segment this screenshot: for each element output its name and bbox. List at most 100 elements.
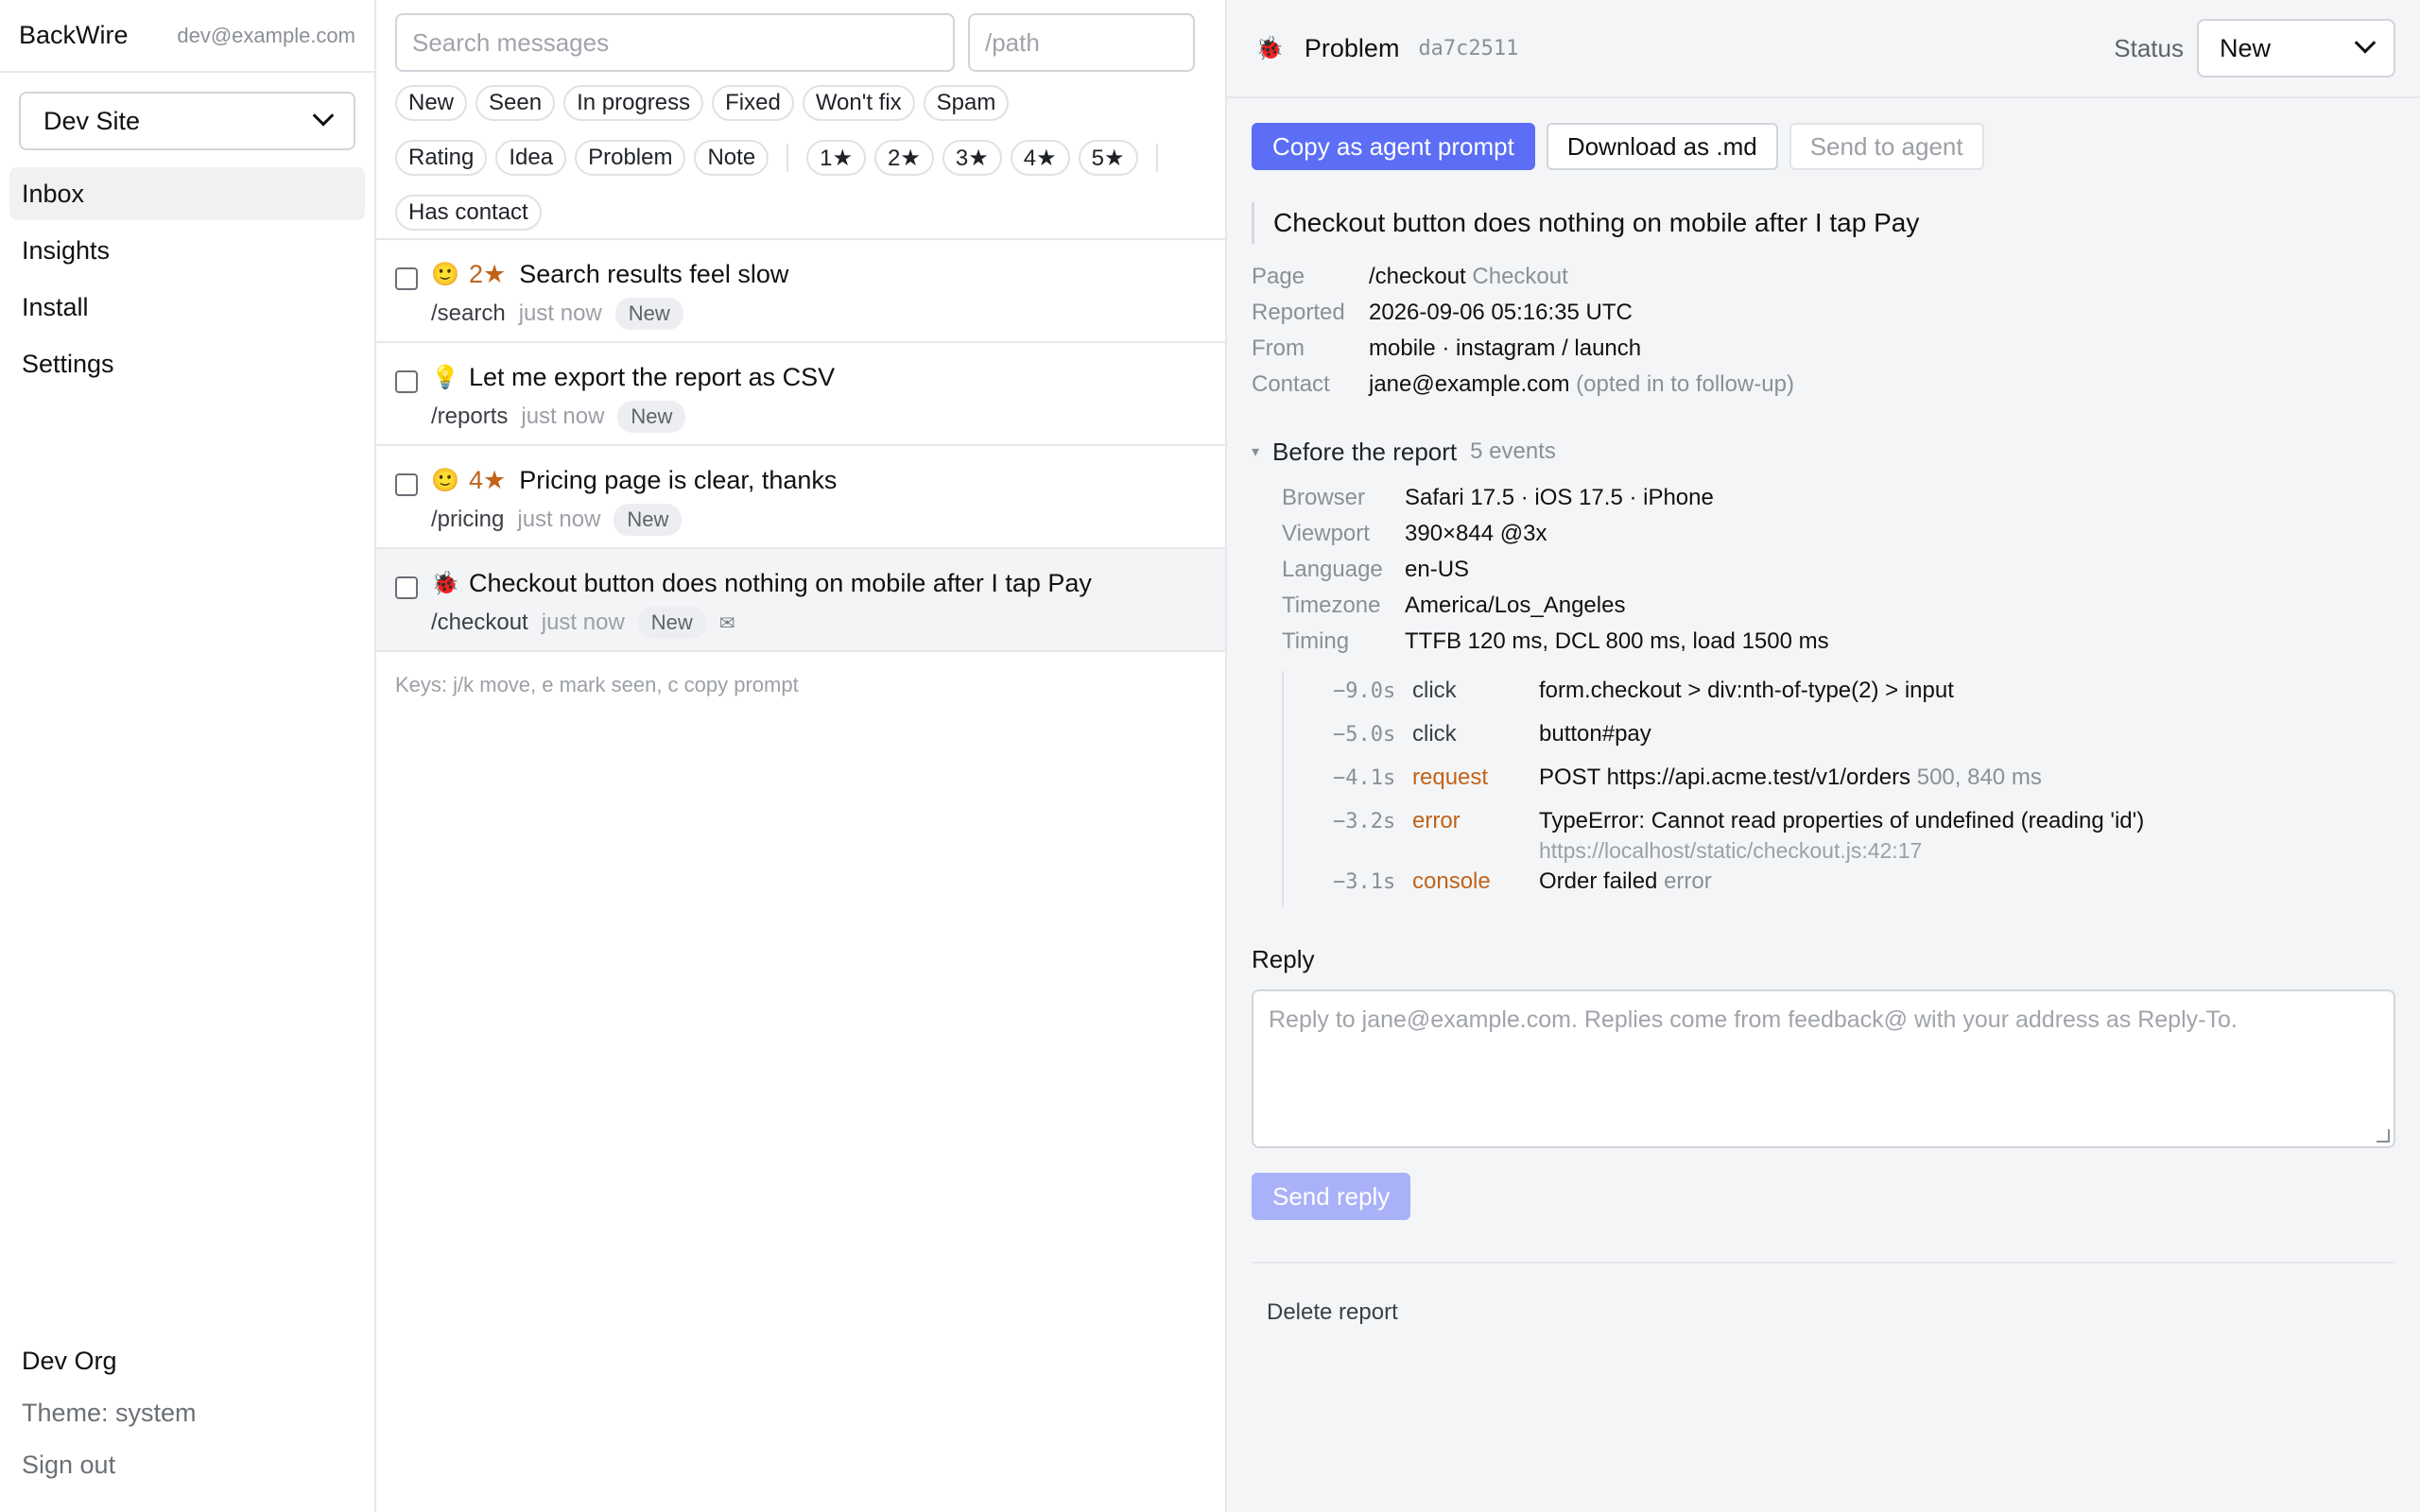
filter-chip-2-star[interactable]: 2★ xyxy=(874,140,934,176)
filter-chip-spam[interactable]: Spam xyxy=(923,85,1010,121)
event-kind: request xyxy=(1412,765,1489,790)
chevron-down-icon xyxy=(312,105,335,127)
context-key: Timing xyxy=(1282,628,1350,654)
filter-chip-3-star[interactable]: 3★ xyxy=(942,140,1002,176)
filter-chip-note[interactable]: Note xyxy=(694,140,769,176)
download-md-button[interactable]: Download as .md xyxy=(1546,123,1778,170)
delete-report-button[interactable]: Delete report xyxy=(1252,1263,2395,1326)
event-time: −9.0s xyxy=(1333,679,1396,703)
field-key: From xyxy=(1252,335,1305,361)
item-title: Search results feel slow xyxy=(519,259,789,288)
path-filter-input[interactable]: /path xyxy=(968,13,1195,72)
filter-chip-has-contact[interactable]: Has contact xyxy=(395,195,542,231)
before-report-toggle[interactable]: ▾ Before the report 5 events xyxy=(1252,433,2395,471)
list-item[interactable]: 💡 Let me export the report as CSV /repor… xyxy=(376,343,1225,446)
event-time: −4.1s xyxy=(1333,766,1396,790)
site-select[interactable]: Dev Site xyxy=(19,92,355,150)
item-rating: 4★ xyxy=(469,465,507,494)
app-logo[interactable]: BackWire xyxy=(19,21,129,50)
events-count: 5 events xyxy=(1470,438,1556,464)
status-select[interactable]: New xyxy=(2197,19,2395,77)
filter-chip-fixed[interactable]: Fixed xyxy=(712,85,794,121)
user-email: dev@example.com xyxy=(177,23,355,47)
event-description: POST https://api.acme.test/v1/orders xyxy=(1539,765,1911,790)
filter-chip-wont-fix[interactable]: Won't fix xyxy=(802,85,915,121)
event-stack-location[interactable]: https://localhost/static/checkout.js:42:… xyxy=(1539,838,2144,864)
event-time: −5.0s xyxy=(1333,723,1396,747)
timeline-event: −5.0s click button#pay xyxy=(1333,716,2395,760)
sidebar-item-insights[interactable]: Insights xyxy=(9,224,365,277)
timeline-event: −4.1s request POST https://api.acme.test… xyxy=(1333,760,2395,803)
sidebar-nav: Inbox Insights Install Settings xyxy=(0,167,374,394)
list-item[interactable]: 🙂 4★ Pricing page is clear, thanks /pric… xyxy=(376,446,1225,549)
filter-chip-5-star[interactable]: 5★ xyxy=(1078,140,1138,176)
filter-chip-rating[interactable]: Rating xyxy=(395,140,488,176)
sidebar-item-install[interactable]: Install xyxy=(9,281,365,334)
item-title: Checkout button does nothing on mobile a… xyxy=(469,568,1092,597)
item-rating: 2★ xyxy=(469,259,507,288)
sidebar-item-settings[interactable]: Settings xyxy=(9,337,365,390)
select-checkbox[interactable] xyxy=(395,267,418,290)
keyboard-hint: Keys: j/k move, e mark seen, c copy prom… xyxy=(395,673,799,696)
page-title: Checkout xyxy=(1472,264,1568,289)
theme-toggle[interactable]: Theme: system xyxy=(22,1387,353,1439)
report-id: da7c2511 xyxy=(1418,36,1519,60)
org-switcher[interactable]: Dev Org xyxy=(22,1335,353,1387)
contact-field: Contact jane@example.com (opted in to fo… xyxy=(1252,367,2395,403)
item-title: Let me export the report as CSV xyxy=(469,362,836,391)
send-to-agent-button[interactable]: Send to agent xyxy=(1789,123,1984,170)
event-kind: console xyxy=(1412,868,1491,894)
chip-divider xyxy=(786,144,789,172)
reply-heading: Reply xyxy=(1252,945,1315,973)
select-checkbox[interactable] xyxy=(395,473,418,496)
before-report-label: Before the report xyxy=(1272,437,1458,466)
event-kind: click xyxy=(1412,678,1457,703)
bug-icon: 🐞 xyxy=(1255,35,1284,61)
context-value: en-US xyxy=(1405,557,1470,582)
context-key: Viewport xyxy=(1282,521,1370,546)
filter-chip-seen[interactable]: Seen xyxy=(475,85,556,121)
field-key: Reported xyxy=(1252,300,1345,325)
send-reply-button[interactable]: Send reply xyxy=(1252,1173,1411,1220)
list-filters: Search messages /path New Seen In progre… xyxy=(376,0,1225,240)
filter-chip-1-star[interactable]: 1★ xyxy=(806,140,867,176)
item-title: Pricing page is clear, thanks xyxy=(519,465,838,494)
context-value: America/Los_Angeles xyxy=(1405,593,1626,618)
context-key: Language xyxy=(1282,557,1383,582)
search-input[interactable]: Search messages xyxy=(395,13,955,72)
select-checkbox[interactable] xyxy=(395,370,418,393)
filter-chip-in-progress[interactable]: In progress xyxy=(563,85,704,121)
message-list-pane: Search messages /path New Seen In progre… xyxy=(376,0,1227,1512)
field-key: Page xyxy=(1252,264,1305,289)
report-message: Checkout button does nothing on mobile a… xyxy=(1252,202,2395,244)
status-badge: New xyxy=(617,401,686,433)
event-kind: error xyxy=(1412,808,1461,833)
select-checkbox[interactable] xyxy=(395,576,418,599)
event-description: form.checkout > div:nth-of-type(2) > inp… xyxy=(1539,678,1954,703)
sidebar-footer: Dev Org Theme: system Sign out xyxy=(0,1335,374,1512)
filter-chip-new[interactable]: New xyxy=(395,85,468,121)
sidebar-item-inbox[interactable]: Inbox xyxy=(9,167,365,220)
resize-grip-icon[interactable] xyxy=(2377,1129,2390,1143)
site-select-value: Dev Site xyxy=(43,106,141,135)
context-value: TTFB 120 ms, DCL 800 ms, load 1500 ms xyxy=(1405,628,1829,654)
item-path: /reports xyxy=(431,404,509,429)
event-extra: 500, 840 ms xyxy=(1916,765,2042,790)
list-item-selected[interactable]: 🐞 Checkout button does nothing on mobile… xyxy=(376,549,1225,652)
filter-chip-problem[interactable]: Problem xyxy=(575,140,686,176)
lightbulb-icon: 💡 xyxy=(431,364,459,390)
from-field: From mobile · instagram / launch xyxy=(1252,331,2395,367)
reported-timestamp: 2026-09-06 05:16:35 UTC xyxy=(1369,300,1633,325)
triangle-down-icon: ▾ xyxy=(1252,444,1260,460)
contact-email[interactable]: jane@example.com xyxy=(1369,371,1569,397)
reply-textarea[interactable]: Reply to jane@example.com. Replies come … xyxy=(1252,989,2395,1148)
chip-divider xyxy=(1155,144,1158,172)
list-item[interactable]: 🙂 2★ Search results feel slow /search ju… xyxy=(376,240,1225,343)
item-time: just now xyxy=(521,404,605,429)
sign-out-link[interactable]: Sign out xyxy=(22,1439,353,1491)
filter-chip-idea[interactable]: Idea xyxy=(495,140,567,176)
copy-agent-prompt-button[interactable]: Copy as agent prompt xyxy=(1252,123,1535,170)
filter-chip-4-star[interactable]: 4★ xyxy=(1010,140,1070,176)
event-description: TypeError: Cannot read properties of und… xyxy=(1539,808,2145,833)
reply-placeholder: Reply to jane@example.com. Replies come … xyxy=(1269,1006,2238,1033)
